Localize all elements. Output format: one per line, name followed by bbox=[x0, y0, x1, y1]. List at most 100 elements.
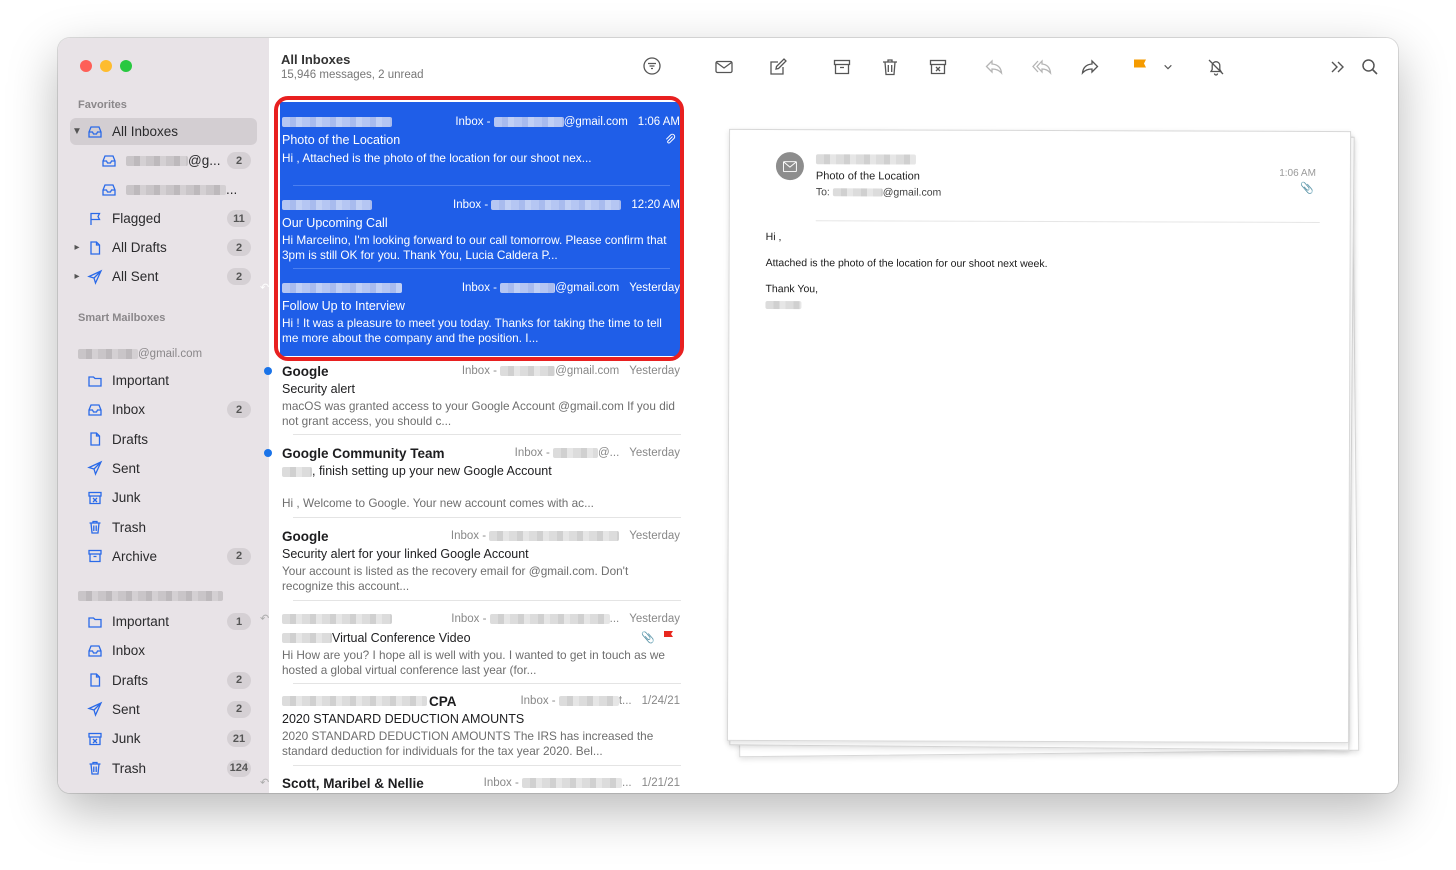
sidebar-item-all-drafts[interactable]: ▸ All Drafts 2 bbox=[70, 234, 257, 261]
divider bbox=[293, 600, 681, 601]
sidebar-item-account1-trash[interactable]: Trash bbox=[70, 514, 257, 541]
sidebar-item-label: All Sent bbox=[112, 269, 159, 284]
reply-all-icon bbox=[1032, 59, 1052, 76]
envelope-icon bbox=[715, 60, 733, 74]
signoff: Thank You, bbox=[765, 283, 819, 296]
message-sender: Google bbox=[282, 528, 329, 544]
tray-icon bbox=[84, 124, 106, 140]
filter-button[interactable] bbox=[642, 56, 662, 76]
delete-button[interactable] bbox=[878, 55, 902, 79]
mail-window: Favorites ▼ All Inboxes @g... 2 ... Flag… bbox=[58, 38, 1398, 793]
sidebar-item-account1-junk[interactable]: Junk bbox=[70, 484, 257, 511]
folder-icon bbox=[84, 373, 106, 389]
sidebar-item-account1-drafts[interactable]: Drafts bbox=[70, 426, 257, 453]
count-badge: 124 bbox=[226, 759, 251, 777]
get-mail-button[interactable] bbox=[712, 55, 736, 79]
search-button[interactable] bbox=[1358, 55, 1382, 79]
tray-icon bbox=[84, 402, 106, 418]
message-row-security-alert-linked[interactable]: Google Inbox - Yesterday Security alert … bbox=[282, 528, 680, 594]
message-sender: CPA bbox=[429, 693, 457, 709]
sidebar-item-account1-important[interactable]: Important bbox=[70, 367, 257, 394]
paperclip-icon: 📎 bbox=[1300, 182, 1314, 195]
archive-icon bbox=[84, 548, 106, 564]
message-date: Yesterday bbox=[629, 447, 680, 459]
paperplane-icon bbox=[84, 460, 106, 477]
sidebar-item-account-inbox-2[interactable]: ... bbox=[70, 176, 257, 203]
list-title: All Inboxes bbox=[281, 52, 351, 67]
divider bbox=[293, 434, 681, 435]
sidebar-item-account2-drafts[interactable]: Drafts 2 bbox=[70, 667, 257, 694]
junk-icon bbox=[929, 59, 947, 75]
forward-button[interactable] bbox=[1078, 55, 1102, 79]
document-icon bbox=[84, 431, 106, 447]
redacted-sender bbox=[282, 614, 392, 624]
disclosure-closed-icon[interactable]: ▸ bbox=[70, 271, 84, 282]
sidebar-item-account2-junk[interactable]: Junk 21 bbox=[70, 725, 257, 752]
window-controls bbox=[80, 60, 132, 72]
smart-mailboxes-heading: Smart Mailboxes bbox=[78, 312, 166, 324]
close-window-button[interactable] bbox=[80, 60, 92, 72]
flag-menu-button[interactable] bbox=[1160, 55, 1176, 79]
sidebar-item-label: Junk bbox=[112, 490, 141, 506]
message-subject: , finish setting up your new Google Acco… bbox=[282, 464, 680, 478]
reply-all-button[interactable] bbox=[1030, 55, 1054, 79]
folder-icon bbox=[84, 614, 106, 630]
message-preview: Your account is listed as the recovery e… bbox=[282, 564, 629, 593]
sidebar-item-all-sent[interactable]: ▸ All Sent 2 bbox=[70, 263, 257, 290]
divider bbox=[293, 683, 681, 684]
sidebar-item-label: Important bbox=[112, 614, 170, 629]
sidebar-item-label: All Drafts bbox=[112, 240, 167, 255]
sidebar-item-account1-sent[interactable]: Sent bbox=[70, 455, 257, 482]
junk-icon bbox=[84, 490, 106, 506]
junk-button[interactable] bbox=[926, 55, 950, 79]
compose-button[interactable] bbox=[766, 55, 790, 79]
account-heading-1[interactable]: @gmail.com bbox=[78, 348, 202, 360]
message-row-scott-maribel-nellie[interactable]: ↶ Scott, Maribel & Nellie Inbox - ... 1/… bbox=[260, 775, 680, 791]
count-badge: 2 bbox=[227, 700, 251, 718]
list-subtitle: 15,946 messages, 2 unread bbox=[281, 69, 424, 81]
flag-icon bbox=[1134, 59, 1146, 75]
count-badge: 2 bbox=[227, 671, 251, 689]
flag-button[interactable] bbox=[1128, 55, 1152, 79]
sidebar-item-account1-inbox[interactable]: Inbox 2 bbox=[70, 396, 257, 423]
unread-dot bbox=[264, 449, 272, 457]
replied-icon: ↶ bbox=[260, 777, 270, 789]
sidebar-item-account1-archive[interactable]: Archive 2 bbox=[70, 543, 257, 570]
message-preview: 2020 STANDARD DEDUCTION AMOUNTS The IRS … bbox=[282, 729, 654, 758]
sidebar: Favorites ▼ All Inboxes @g... 2 ... Flag… bbox=[58, 38, 270, 793]
message-preview: Hi How are you? I hope all is well with … bbox=[282, 648, 665, 677]
document-icon bbox=[84, 672, 106, 688]
sidebar-item-all-inboxes[interactable]: ▼ All Inboxes bbox=[70, 118, 257, 145]
sidebar-item-flagged[interactable]: Flagged 11 bbox=[70, 205, 257, 232]
disclosure-open-icon[interactable]: ▼ bbox=[70, 126, 84, 137]
reply-button[interactable] bbox=[982, 55, 1006, 79]
mailbox-label: Inbox - bbox=[451, 530, 620, 542]
redacted-text bbox=[78, 591, 223, 602]
list-header: All Inboxes 15,946 messages, 2 unread bbox=[281, 52, 424, 81]
divider bbox=[815, 220, 1320, 223]
message-row-finish-setting-up[interactable]: Google Community Team Inbox - @... Yeste… bbox=[264, 445, 680, 526]
message-row-security-alert[interactable]: Google Inbox - @gmail.com Yesterday Secu… bbox=[264, 363, 680, 429]
trash-icon bbox=[84, 519, 106, 535]
sidebar-item-account-inbox-1[interactable]: @g... 2 bbox=[70, 147, 257, 174]
sidebar-item-label: Inbox bbox=[112, 402, 146, 418]
message-subject: 2020 STANDARD DEDUCTION AMOUNTS bbox=[282, 712, 525, 726]
mute-button[interactable] bbox=[1204, 55, 1228, 79]
sidebar-item-account2-trash[interactable]: Trash 124 bbox=[70, 755, 257, 782]
message-row-standard-deduction[interactable]: CPA Inbox - t... 1/24/21 2020 STANDARD D… bbox=[282, 693, 680, 759]
mailbox-label: Inbox - t... bbox=[520, 695, 632, 707]
more-toolbar-button[interactable] bbox=[1326, 55, 1350, 79]
redacted-signature bbox=[765, 301, 802, 310]
account-heading-2[interactable] bbox=[78, 590, 223, 602]
sidebar-item-account2-important[interactable]: Important 1 bbox=[70, 608, 257, 635]
sidebar-item-account2-sent[interactable]: Sent 2 bbox=[70, 696, 257, 723]
disclosure-closed-icon[interactable]: ▸ bbox=[70, 242, 84, 253]
archive-button[interactable] bbox=[830, 55, 854, 79]
minimize-window-button[interactable] bbox=[100, 60, 112, 72]
sidebar-item-account2-inbox[interactable]: Inbox bbox=[70, 637, 257, 664]
message-subject: Virtual Conference Video 📎 bbox=[282, 630, 680, 645]
paperclip-icon: 📎 bbox=[641, 632, 655, 644]
message-row-virtual-conference-video[interactable]: ↶ Inbox - ... Yesterday Virtual Conferen… bbox=[260, 611, 680, 678]
paperplane-icon bbox=[84, 701, 106, 718]
zoom-window-button[interactable] bbox=[120, 60, 132, 72]
